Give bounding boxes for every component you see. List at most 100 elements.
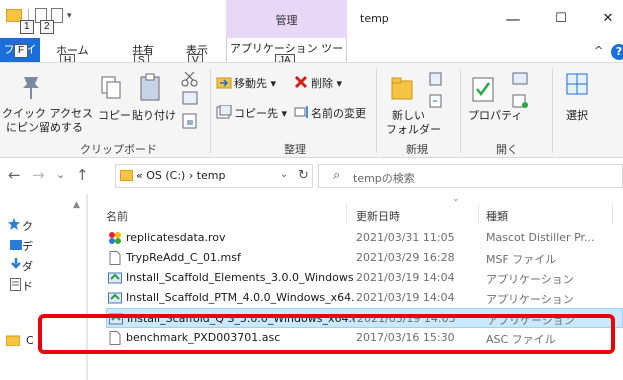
file-modified-date: 2021/03/19 14:04 (356, 291, 455, 304)
document-icon (109, 251, 121, 265)
rename-button-label[interactable]: 名前の変更 (311, 105, 366, 121)
annotation-highlight (38, 314, 615, 354)
open-icon[interactable] (512, 71, 530, 87)
qat-customize-icon[interactable]: ▾ (67, 11, 72, 21)
window-title: temp (360, 12, 389, 25)
keytip-file: F (14, 44, 29, 58)
properties-icon[interactable] (470, 75, 496, 103)
nav-item-c-drive[interactable]: C (26, 334, 34, 347)
column-divider[interactable] (612, 204, 613, 224)
properties-button-label[interactable]: プロパティ (468, 107, 522, 123)
move-to-icon[interactable] (216, 75, 232, 89)
forward-button[interactable]: → (32, 166, 45, 184)
ribbon-tabs: ファイル F ホーム H 共有 S 表示 V アプリケーション ツール JA ^… (0, 38, 623, 80)
contextual-tab-group-label: 管理 (275, 14, 298, 27)
table-row[interactable]: Install_Scaffold_PTM_4.0.0_Windows_x64..… (106, 288, 623, 308)
keytip-2: 2 (40, 20, 54, 34)
file-name: Install_Scaffold_PTM_4.0.0_Windows_x64..… (126, 291, 354, 304)
search-field[interactable]: ⌕ tempの検索 (318, 164, 623, 188)
minimize-button[interactable]: — (498, 8, 528, 30)
file-name: Install_Scaffold_Elements_3.0.0_Windows.… (126, 271, 354, 284)
copy-to-label: コピー先 (234, 107, 278, 120)
mascot-icon (109, 232, 121, 244)
ribbon-panel: クイック アクセス にピン留めする コピー 貼り付け クリップボード 移動先 ▾… (0, 62, 623, 158)
open-group-label: 開く (496, 143, 518, 156)
group-separator (210, 69, 211, 153)
address-path[interactable]: « OS (C:) › temp (136, 169, 226, 182)
group-separator (552, 69, 553, 153)
new-item-icon[interactable] (428, 71, 444, 87)
search-input[interactable]: tempの検索 (353, 170, 415, 186)
pin-icon[interactable] (20, 75, 42, 101)
nav-item-quick-access[interactable]: ク (22, 218, 33, 234)
help-icon[interactable]: ? (611, 44, 623, 60)
new-folder-icon[interactable] (390, 75, 414, 101)
refresh-icon[interactable]: ↻ (298, 168, 309, 183)
file-type: MSF ファイル (486, 253, 557, 266)
table-row[interactable]: replicatesdata.rov 2021/03/31 11:05 Mascot… (106, 228, 623, 248)
title-bar: ▾ 1 2 管理 temp — ☐ ✕ (0, 0, 623, 38)
group-separator (460, 69, 461, 153)
nav-item-downloads[interactable]: ダ (22, 258, 33, 274)
file-type: Mascot Distiller Pr... (486, 231, 595, 244)
maximize-button[interactable]: ☐ (546, 8, 576, 30)
table-row[interactable]: Install_Scaffold_Elements_3.0.0_Windows.… (106, 268, 623, 288)
nav-item-desktop[interactable]: デ (22, 238, 33, 254)
select-button-label[interactable]: 選択 (566, 107, 588, 123)
column-header-name[interactable]: 名前 (106, 208, 128, 224)
desktop-icon (10, 240, 22, 250)
column-divider[interactable] (478, 204, 479, 224)
paste-icon[interactable] (138, 73, 164, 103)
keytip-1: 1 (20, 20, 34, 34)
quick-access-toolbar: ▾ (6, 8, 72, 23)
back-button[interactable]: ← (8, 166, 21, 184)
copy-icon[interactable] (100, 75, 122, 101)
file-modified-date: 2021/03/19 14:04 (356, 271, 455, 284)
rename-icon[interactable] (294, 105, 310, 119)
collapse-ribbon-icon[interactable]: ^ (594, 44, 603, 57)
copy-button-label[interactable]: コピー (98, 107, 131, 123)
delete-icon[interactable] (294, 75, 308, 89)
group-separator (376, 69, 377, 153)
cut-icon[interactable] (180, 71, 200, 87)
table-row[interactable]: TrypReAdd_C_01.msf 2021/03/29 16:28 MSF ファ… (106, 248, 623, 268)
column-divider[interactable] (346, 204, 347, 224)
easy-access-icon[interactable] (428, 93, 444, 109)
delete-label: 削除 (311, 77, 333, 90)
paste-button-label[interactable]: 貼り付け (132, 107, 176, 123)
column-header-date[interactable]: 更新日時 (356, 208, 400, 224)
scroll-up-icon[interactable]: ▲ (73, 200, 80, 210)
folder-icon (120, 170, 133, 181)
sort-indicator-icon: ⌄ (452, 194, 460, 204)
nav-item-documents[interactable]: ド (22, 278, 33, 294)
file-modified-date: 2021/03/31 11:05 (356, 231, 455, 244)
file-type: アプリケーション (486, 273, 574, 286)
folder-icon (6, 335, 20, 346)
close-button[interactable]: ✕ (593, 8, 623, 30)
select-icon[interactable] (566, 73, 588, 95)
recent-locations-button[interactable]: ⌄ (56, 168, 65, 181)
column-header-type[interactable]: 種類 (486, 208, 508, 224)
download-icon (11, 258, 21, 269)
installer-icon (108, 272, 122, 284)
installer-icon (108, 292, 122, 304)
organize-group-label: 整理 (284, 143, 306, 156)
pin-quick-access-label-2[interactable]: にピン留めする (6, 119, 83, 135)
new-folder-label-2[interactable]: フォルダー (386, 121, 441, 137)
chevron-down-icon[interactable]: ⌄ (280, 169, 288, 180)
copy-to-button[interactable]: コピー先 ▾ (234, 105, 287, 121)
copy-path-icon[interactable] (182, 91, 198, 105)
file-type: アプリケーション (486, 293, 574, 306)
file-name: replicatesdata.rov (126, 231, 226, 244)
copy-to-icon[interactable] (216, 105, 232, 119)
clipboard-group-label: クリップボード (80, 143, 157, 156)
paste-shortcut-icon[interactable] (182, 113, 198, 129)
new-group-label: 新規 (406, 143, 428, 156)
delete-button[interactable]: 削除 ▾ (311, 75, 342, 91)
up-button[interactable]: ↑ (76, 166, 89, 184)
move-to-button[interactable]: 移動先 ▾ (234, 75, 276, 91)
search-icon: ⌕ (333, 168, 341, 183)
move-to-label: 移動先 (234, 77, 267, 90)
address-bar-row: ← → ⌄ ↑ « OS (C:) › temp ⌄ ↻ ⌕ tempの検索 (0, 158, 623, 194)
address-field[interactable]: « OS (C:) › temp ⌄ ↻ (115, 164, 313, 188)
